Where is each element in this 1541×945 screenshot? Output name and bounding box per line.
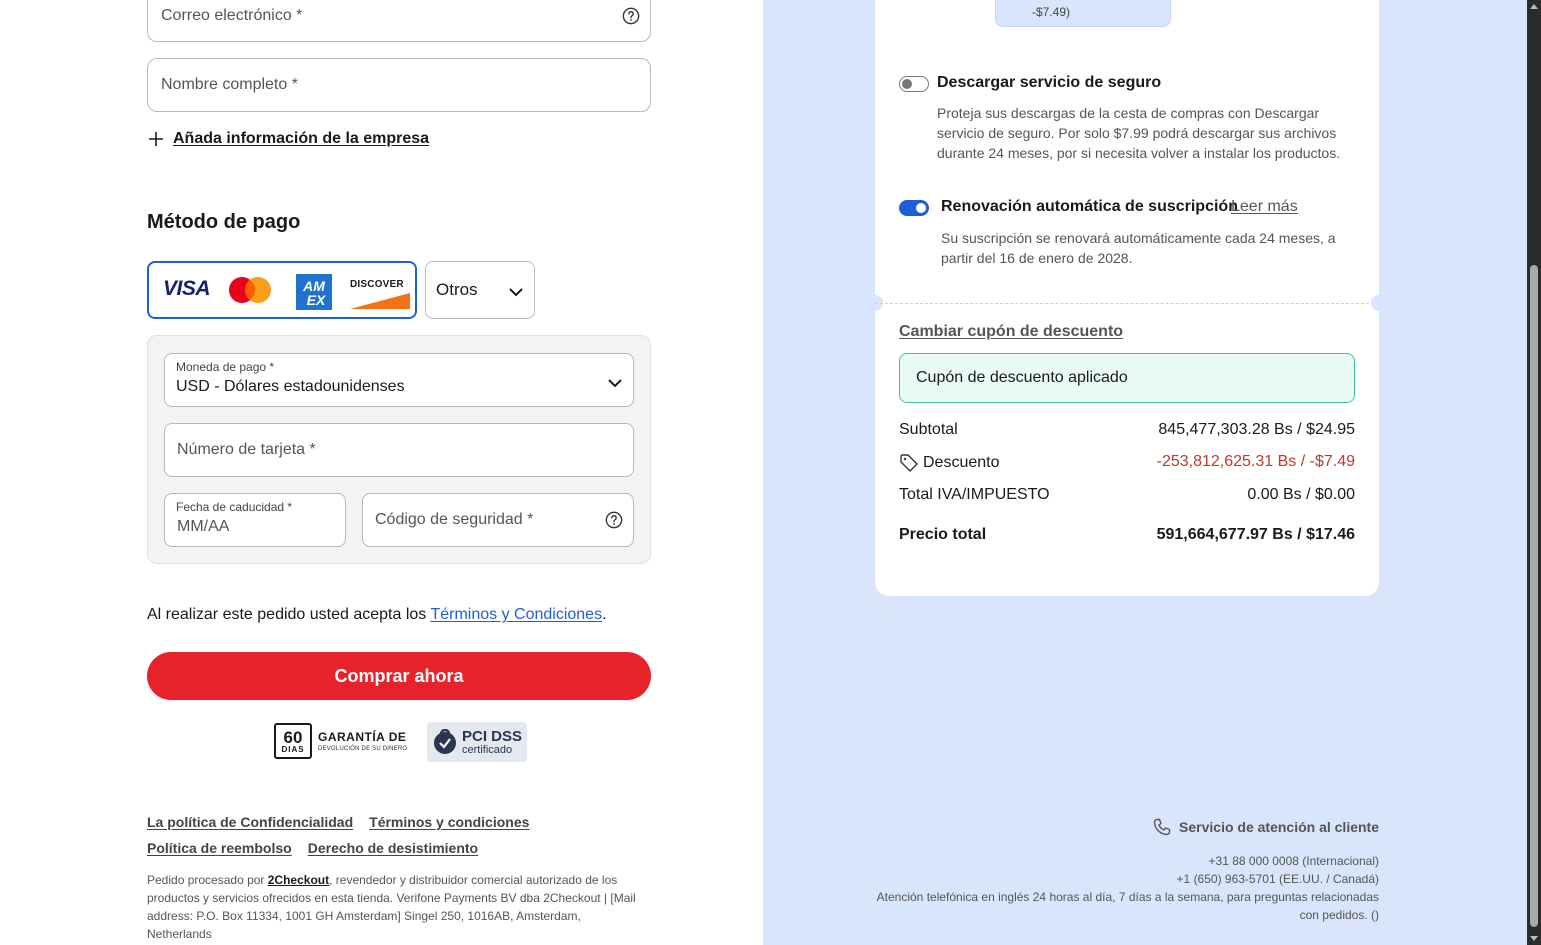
legal-prefix: Pedido procesado por xyxy=(147,873,268,887)
other-payment-label: Otros xyxy=(436,280,478,299)
phone-icon xyxy=(1153,818,1171,836)
currency-label: Moneda de pago * xyxy=(176,360,275,374)
scroll-up-arrow-icon[interactable] xyxy=(1530,4,1538,9)
sixty-days-icon: 60 DIAS xyxy=(274,723,312,759)
expiry-label: Fecha de caducidad * xyxy=(176,500,293,514)
chevron-down-icon xyxy=(509,288,523,297)
refund-policy-link[interactable]: Política de reembolso xyxy=(147,840,292,856)
lock-shield-icon xyxy=(434,729,456,754)
expiry-placeholder: MM/AA xyxy=(177,518,230,535)
mastercard-logo xyxy=(229,277,271,303)
pci-subtitle: certificado xyxy=(462,743,513,756)
help-icon[interactable] xyxy=(605,511,623,529)
auto-renewal-description: Su suscripción se renovará automáticamen… xyxy=(941,230,1336,266)
item-discount-chip: -$7.49) xyxy=(995,0,1171,27)
add-company-label: Añada información de la empresa xyxy=(173,130,430,147)
auto-renewal-title: Renovación automática de suscripción xyxy=(941,198,1238,215)
tag-icon xyxy=(900,454,918,472)
fullname-field[interactable]: Nombre completo * xyxy=(147,58,651,112)
amex-logo: AM EX xyxy=(296,274,332,310)
scroll-down-arrow-icon[interactable] xyxy=(1530,936,1538,941)
visa-logo: VISA xyxy=(163,277,211,300)
terms-link[interactable]: Términos y Condiciones xyxy=(430,606,602,623)
card-number-input[interactable]: Número de tarjeta * xyxy=(164,423,634,477)
fullname-placeholder: Nombre completo * xyxy=(161,76,298,93)
guarantee-days-label: DIAS xyxy=(281,744,305,754)
footer-links-row-1: La política de Confidencialidad Términos… xyxy=(147,814,529,830)
terms-prefix: Al realizar este pedido usted acepta los xyxy=(147,606,431,623)
discount-label: Descuento xyxy=(923,454,1000,471)
email-field[interactable]: Correo electrónico * xyxy=(147,0,651,42)
card-details-panel: Moneda de pago * USD - Dólares estadouni… xyxy=(147,335,651,564)
email-placeholder: Correo electrónico * xyxy=(161,7,303,24)
discover-stripe-icon xyxy=(350,293,410,309)
payment-method-title: Método de pago xyxy=(147,211,301,233)
phone-us: +1 (650) 963-5701 (EE.UU. / Canadá) xyxy=(1176,872,1379,886)
guarantee-subtitle: DEVOLUCIÓN DE SU DINERO xyxy=(318,746,408,752)
buy-now-button[interactable]: Comprar ahora xyxy=(147,652,651,700)
subtotal-row: Subtotal 845,477,303.28 Bs / $24.95 xyxy=(899,421,1355,439)
expiry-input[interactable]: Fecha de caducidad * MM/AA xyxy=(164,493,346,547)
legal-notice: Pedido procesado por 2Checkout, revended… xyxy=(147,871,647,943)
pci-title: PCI DSS xyxy=(462,727,523,745)
ticket-notch-right xyxy=(1371,295,1387,311)
auto-renewal-toggle[interactable] xyxy=(899,200,929,216)
footer-links-row-2: Política de reembolso Derecho de desisti… xyxy=(147,840,478,856)
cvv-placeholder: Código de seguridad * xyxy=(375,511,534,528)
cvv-input[interactable]: Código de seguridad * xyxy=(362,493,634,547)
subtotal-value: 845,477,303.28 Bs / $24.95 xyxy=(1158,421,1355,438)
terms-conditions-link[interactable]: Términos y condiciones xyxy=(369,814,529,830)
support-hours-line-1: Atención telefónica en inglés 24 horas a… xyxy=(876,890,1379,904)
plus-icon xyxy=(149,132,163,146)
order-summary-card: -$7.49) Descargar servicio de seguro Pro… xyxy=(867,0,1387,596)
privacy-policy-link[interactable]: La política de Confidencialidad xyxy=(147,814,353,830)
terms-suffix: . xyxy=(602,606,607,623)
total-row: Precio total 591,664,677.97 Bs / $17.46 xyxy=(899,526,1355,544)
support-hours-line-2: con pedidos. () xyxy=(1299,908,1379,922)
svg-text:EX: EX xyxy=(307,292,327,308)
currency-select[interactable]: Moneda de pago * USD - Dólares estadouni… xyxy=(164,353,634,407)
total-value: 591,664,677.97 Bs / $17.46 xyxy=(1156,526,1355,543)
insurance-title: Descargar servicio de seguro xyxy=(937,74,1162,91)
help-icon[interactable] xyxy=(622,7,640,25)
scrollbar-thumb[interactable] xyxy=(1530,265,1538,927)
total-label: Precio total xyxy=(899,526,987,543)
read-more-link[interactable]: Leer más xyxy=(1231,198,1298,216)
card-payment-option[interactable]: VISA AM EX DISCOVER xyxy=(147,261,417,319)
guarantee-days: 60 xyxy=(283,727,303,747)
tax-row: Total IVA/IMPUESTO 0.00 Bs / $0.00 xyxy=(899,486,1355,504)
withdrawal-right-link[interactable]: Derecho de desistimiento xyxy=(308,840,478,856)
customer-service-title: Servicio de atención al cliente xyxy=(1179,819,1379,835)
checkout-form-panel: Correo electrónico * Nombre completo * A… xyxy=(0,0,763,945)
chevron-down-icon xyxy=(608,379,622,388)
add-company-link[interactable]: Añada información de la empresa xyxy=(147,130,429,148)
money-back-guarantee-badge: 60 DIAS GARANTÍA DE DEVOLUCIÓN DE SU DIN… xyxy=(274,723,407,759)
coupon-applied-banner: Cupón de descuento aplicado xyxy=(899,353,1355,403)
tax-label: Total IVA/IMPUESTO xyxy=(899,486,1050,503)
chip-value: -$7.49) xyxy=(1032,5,1071,19)
terms-notice: Al realizar este pedido usted acepta los… xyxy=(147,606,607,624)
discover-logo: DISCOVER xyxy=(350,279,404,290)
currency-value: USD - Dólares estadounidenses xyxy=(176,378,405,395)
coupon-applied-text: Cupón de descuento aplicado xyxy=(916,369,1128,386)
page-scrollbar[interactable] xyxy=(1527,0,1541,945)
insurance-description: Proteja sus descargas de la cesta de com… xyxy=(937,105,1341,161)
insurance-toggle[interactable] xyxy=(899,76,929,92)
other-payment-dropdown[interactable]: Otros xyxy=(425,261,535,319)
guarantee-title: GARANTÍA DE xyxy=(318,730,407,744)
processor-link[interactable]: 2Checkout xyxy=(268,873,329,887)
subtotal-label: Subtotal xyxy=(899,421,958,438)
card-number-placeholder: Número de tarjeta * xyxy=(177,441,316,458)
discount-row: Descuento -253,812,625.31 Bs / -$7.49 xyxy=(899,453,1355,473)
phone-international: +31 88 000 0008 (Internacional) xyxy=(1208,854,1379,868)
pci-dss-badge: PCI DSS certificado xyxy=(427,722,527,762)
dashed-divider xyxy=(875,303,1379,304)
tax-value: 0.00 Bs / $0.00 xyxy=(1247,486,1355,503)
customer-service-details: +31 88 000 0008 (Internacional) +1 (650)… xyxy=(859,852,1379,924)
discount-value: -253,812,625.31 Bs / -$7.49 xyxy=(1156,453,1355,470)
order-summary-panel: -$7.49) Descargar servicio de seguro Pro… xyxy=(763,0,1527,945)
change-coupon-link[interactable]: Cambiar cupón de descuento xyxy=(899,323,1123,341)
customer-service-heading: Servicio de atención al cliente xyxy=(1153,818,1379,836)
